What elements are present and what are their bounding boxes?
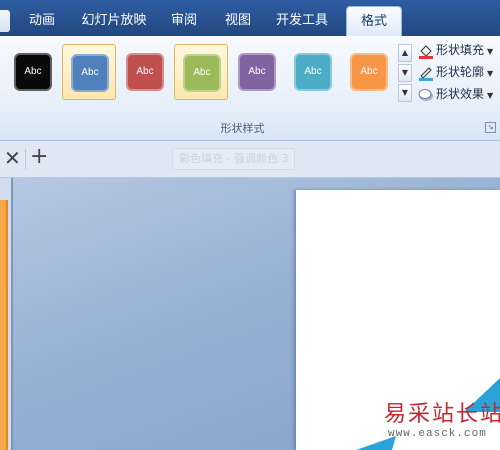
style-cell-7[interactable]: Abc [342, 44, 396, 100]
divider [25, 149, 26, 169]
style-swatch-aqua[interactable]: Abc [294, 53, 332, 91]
shape-effects-label: 形状效果 [436, 87, 485, 101]
style-swatch-purple[interactable]: Abc [238, 53, 276, 91]
group-label-shape-styles: 形状样式 [220, 122, 265, 135]
chevron-down-icon: ▼ [487, 69, 494, 78]
shape-outline-button[interactable]: 形状轮廓 ▼ [418, 62, 493, 82]
chevron-down-icon: ▼ [487, 47, 494, 56]
style-cell-1[interactable]: Abc [6, 44, 60, 100]
style-cell-4[interactable]: Abc [174, 44, 228, 100]
tab-view[interactable]: 视图 [216, 10, 260, 32]
style-cell-2[interactable]: Abc [62, 44, 116, 100]
tab-format[interactable]: 格式 [346, 6, 402, 36]
style-swatch-green[interactable]: Abc [183, 54, 221, 92]
paint-bucket-icon [419, 44, 433, 59]
tab-animation[interactable]: 动画 [18, 10, 66, 32]
style-swatch-red[interactable]: Abc [126, 53, 164, 91]
shape-fill-label: 形状填充 [436, 43, 485, 57]
gallery-more-icon[interactable]: ▼ [398, 84, 412, 102]
gallery-scroll: ▲ ▼ ▼ [398, 44, 412, 104]
style-swatch-black[interactable]: Abc [14, 53, 52, 91]
tab-edge [0, 10, 10, 32]
shape-style-gallery: Abc Abc Abc Abc Abc Abc Abc [4, 42, 396, 110]
style-swatch-orange[interactable]: Abc [350, 53, 388, 91]
dialog-launcher-icon[interactable]: ↘ [485, 122, 496, 133]
gallery-scroll-up-icon[interactable]: ▲ [398, 44, 412, 62]
style-swatch-blue[interactable]: Abc [71, 54, 109, 92]
tab-developer[interactable]: 开发工具 [270, 10, 334, 32]
style-cell-6[interactable]: Abc [286, 44, 340, 100]
tab-review[interactable]: 审阅 [162, 10, 206, 32]
pen-outline-icon [419, 66, 433, 81]
plus-icon[interactable]: + [30, 145, 48, 169]
gallery-scroll-down-icon[interactable]: ▼ [398, 64, 412, 82]
watermark-text: 易采站长站 [384, 402, 500, 427]
chevron-down-icon: ▼ [487, 91, 494, 100]
ribbon-panel: Abc Abc Abc Abc Abc Abc Abc ▲ ▼ ▼ 形状填充▼ [0, 36, 500, 141]
close-icon[interactable]: ✕ [4, 147, 21, 169]
selected-thumbnail[interactable] [0, 200, 8, 450]
style-tooltip: 彩色填充 - 强调颜色 3 [172, 148, 296, 170]
pane-splitter[interactable] [11, 178, 13, 450]
shape-fill-button[interactable]: 形状填充 ▼ [418, 40, 493, 60]
watermark-url: www.easck.com [388, 428, 487, 440]
ribbon-tab-bar: 动画 幻灯片放映 审阅 视图 开发工具 格式 [0, 0, 500, 36]
shape-effects-button[interactable]: 形状效果 ▼ [418, 84, 493, 104]
pane-header-strip: ✕ + 彩色填充 - 强调颜色 3 [0, 141, 500, 178]
shape-effects-icon [418, 88, 433, 101]
style-cell-5[interactable]: Abc [230, 44, 284, 100]
shape-outline-label: 形状轮廓 [436, 65, 485, 79]
tab-slideshow[interactable]: 幻灯片放映 [78, 10, 150, 32]
style-cell-3[interactable]: Abc [118, 44, 172, 100]
